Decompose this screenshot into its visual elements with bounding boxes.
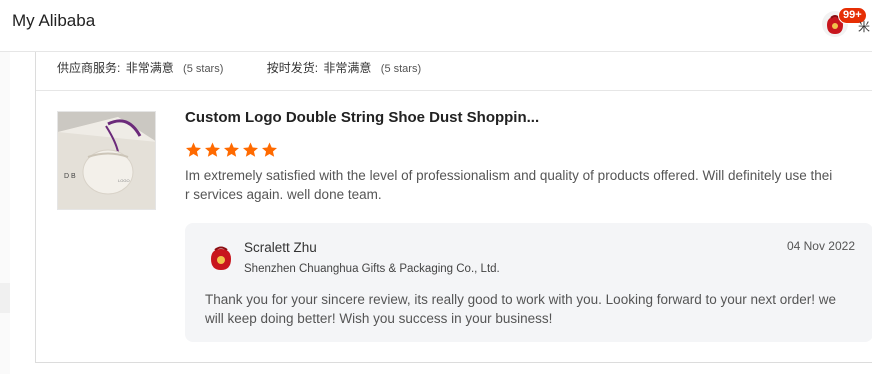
- star-icon: [262, 142, 277, 157]
- svg-text:LOGO: LOGO: [118, 178, 130, 183]
- svg-text:D B: D B: [64, 173, 76, 180]
- star-icon: [205, 142, 220, 157]
- top-bar: My Alibaba 99+ 米: [0, 0, 872, 52]
- rating-on-time-delivery: 按时发货: 非常满意 (5 stars): [267, 59, 421, 76]
- reply-company-name: Shenzhen Chuanghua Gifts & Packaging Co.…: [244, 263, 500, 275]
- section-divider: [36, 90, 872, 91]
- header-cut-text: 米: [858, 20, 871, 34]
- star-icon: [224, 142, 239, 157]
- review-card: 供应商服务: 非常满意 (5 stars) 按时发货: 非常满意 (5 star…: [35, 52, 872, 363]
- supplier-reply: Scralett Zhu Shenzhen Chuanghua Gifts & …: [185, 223, 872, 342]
- drawstring-bag-image-icon: D B LOGO: [58, 112, 155, 209]
- reply-date: 04 Nov 2022: [786, 239, 855, 253]
- product-title-link[interactable]: Custom Logo Double String Shoe Dust Shop…: [185, 109, 539, 126]
- left-scroll-handle[interactable]: [0, 283, 10, 313]
- rating-stars-text: (5 stars): [380, 63, 422, 75]
- product-image[interactable]: D B LOGO: [57, 111, 156, 210]
- rating-stars-text: (5 stars): [183, 63, 224, 75]
- rating-value: 非常满意: [125, 61, 174, 75]
- reply-text: Thank you for your sincere review, its r…: [205, 292, 837, 326]
- review-star-rating: [184, 141, 279, 159]
- supplier-ratings: 供应商服务: 非常满意 (5 stars) 按时发货: 非常满意 (5 star…: [57, 59, 461, 76]
- rating-value: 非常满意: [323, 61, 372, 75]
- rating-label: 按时发货:: [266, 61, 319, 75]
- review-text: Im extremely satisfied with the level of…: [185, 168, 833, 202]
- rating-label: 供应商服务:: [57, 61, 121, 75]
- supplier-logo-icon: [205, 242, 237, 274]
- star-icon: [186, 142, 201, 157]
- star-icon: [243, 142, 258, 157]
- replier-name: Scralett Zhu: [244, 240, 317, 255]
- left-scroll-strip: [0, 52, 10, 374]
- user-menu[interactable]: 99+ 米: [822, 7, 872, 44]
- rating-supplier-service: 供应商服务: 非常满意 (5 stars): [57, 59, 223, 76]
- page-title: My Alibaba: [12, 11, 96, 30]
